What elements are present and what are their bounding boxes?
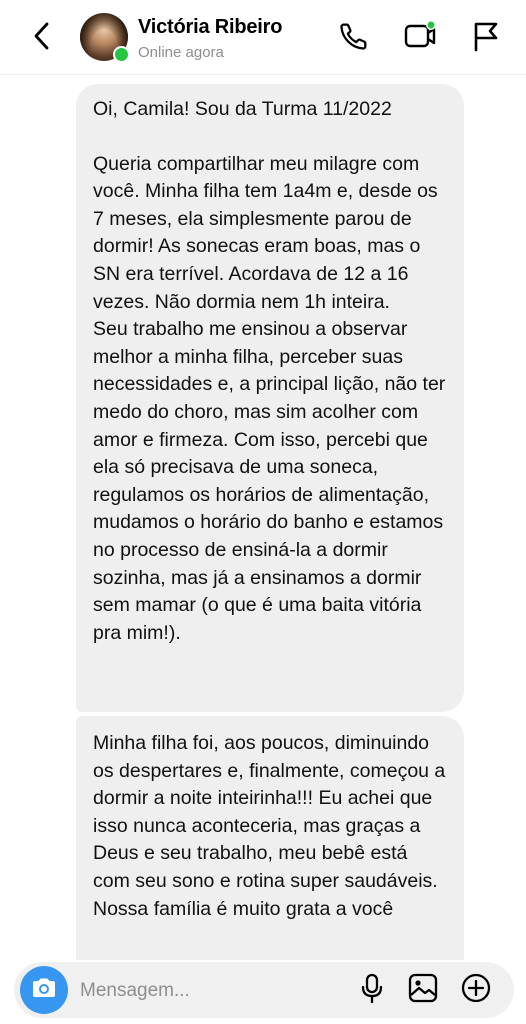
online-indicator xyxy=(113,46,130,63)
camera-button[interactable] xyxy=(20,966,68,1014)
chat-screen: Victória Ribeiro Online agora Oi, Camila… xyxy=(0,0,526,1024)
message-thread: Oi, Camila! Sou da Turma 11/2022 Queria … xyxy=(0,74,526,960)
contact-status: Online agora xyxy=(138,44,224,61)
message-text: Seu trabalho me ensinou a observar melho… xyxy=(93,318,446,644)
message-text: Queria compartilhar meu milagre com você… xyxy=(93,152,438,313)
video-call-button[interactable] xyxy=(402,18,438,59)
message-text: Minha filha foi, aos poucos, diminuindo … xyxy=(93,732,446,892)
message-bubble[interactable]: Oi, Camila! Sou da Turma 11/2022 Queria … xyxy=(76,84,464,712)
message-input[interactable] xyxy=(78,970,352,1012)
message-text: Oi, Camila! Sou da Turma 11/2022 xyxy=(93,98,392,120)
microphone-icon xyxy=(360,972,384,1009)
add-button[interactable] xyxy=(460,972,492,1009)
voice-message-button[interactable] xyxy=(356,972,388,1009)
report-button[interactable] xyxy=(468,20,504,56)
flag-icon xyxy=(471,20,501,57)
gallery-button[interactable] xyxy=(407,972,439,1009)
avatar[interactable] xyxy=(80,13,130,63)
contact-name[interactable]: Victória Ribeiro xyxy=(138,16,282,39)
phone-icon xyxy=(338,20,370,57)
call-button[interactable] xyxy=(336,20,372,56)
back-button[interactable] xyxy=(26,20,58,56)
video-camera-icon xyxy=(402,18,438,59)
chevron-left-icon xyxy=(32,21,52,56)
message-text: Nossa família é muito grata a você xyxy=(93,897,394,920)
camera-icon xyxy=(30,976,58,1005)
image-icon xyxy=(407,972,439,1009)
message-bubble[interactable]: Minha filha foi, aos poucos, diminuindo … xyxy=(76,716,464,960)
chat-header: Victória Ribeiro Online agora xyxy=(0,0,526,75)
message-composer xyxy=(14,962,514,1018)
plus-circle-icon xyxy=(460,972,492,1009)
